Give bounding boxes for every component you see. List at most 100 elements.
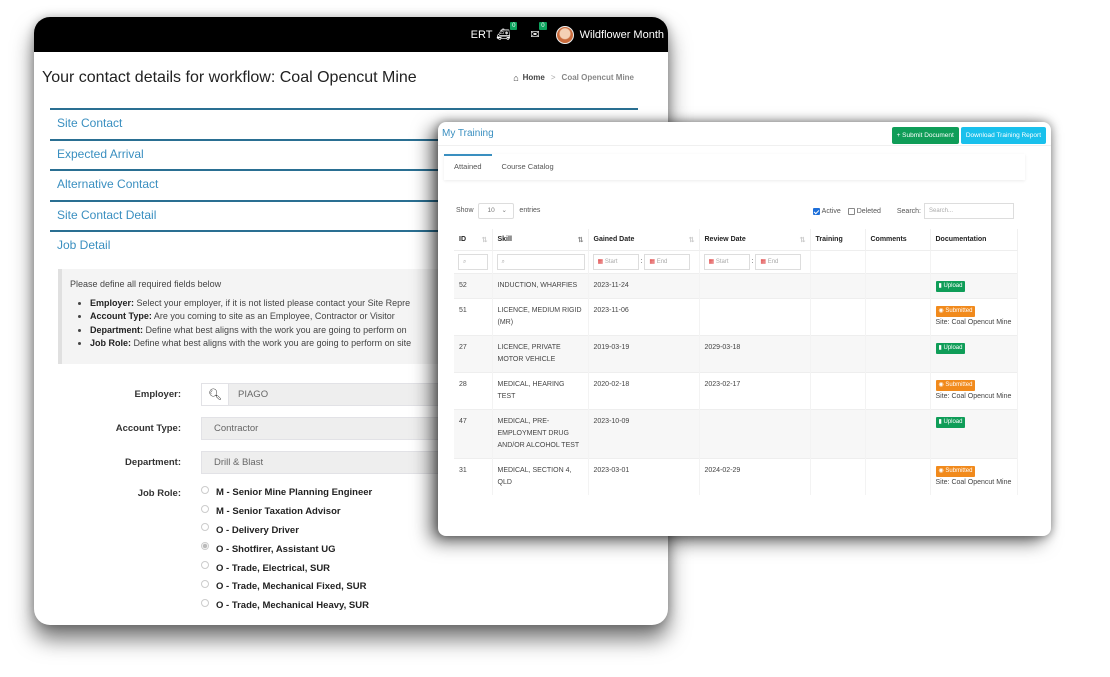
gained-end-input[interactable]: ▦ End xyxy=(644,253,691,270)
cell-skill: MEDICAL, SECTION 4, QLD xyxy=(492,457,589,495)
magnifier-icon: ⌕ xyxy=(463,258,467,265)
search-input[interactable]: Search... xyxy=(924,203,1014,219)
job-role-option[interactable]: O - Trade, Mechanical Fixed, SUR xyxy=(201,577,372,596)
calendar-icon: ▦ xyxy=(597,258,604,265)
page-title: Your contact details for workflow: Coal … xyxy=(42,68,417,86)
department-field[interactable]: Drill & Blast xyxy=(201,451,441,474)
cell-review xyxy=(699,408,811,458)
cell-review xyxy=(699,297,811,335)
sort-icon: ⇅ xyxy=(799,236,806,244)
review-end-input[interactable]: ▦ End xyxy=(755,253,802,270)
job-role-option[interactable]: O - Trade, Electrical, SUR xyxy=(201,559,372,578)
id-filter-input[interactable]: ⌕ xyxy=(458,253,488,270)
cell-comments xyxy=(865,371,931,409)
radio-button[interactable] xyxy=(201,579,209,588)
job-role-option[interactable]: M - Senior Taxation Advisor xyxy=(201,502,372,521)
page-size-select[interactable]: 10 ⌄ xyxy=(478,203,515,219)
cell-gained: 2019-03-19 xyxy=(588,334,700,372)
radio-button[interactable] xyxy=(201,561,209,570)
radio-button[interactable] xyxy=(201,504,209,513)
column-header-gained-date[interactable]: Gained Date ⇅ xyxy=(588,229,700,250)
column-header-id[interactable]: ID ⇅ xyxy=(454,229,493,250)
cell-documentation: ◉ Submitted Site: Coal Opencut Mine xyxy=(930,371,1018,409)
radio-button[interactable] xyxy=(201,523,209,532)
active-label: Active xyxy=(821,207,841,215)
deleted-checkbox[interactable] xyxy=(847,207,855,215)
chevron-down-icon: ⌄ xyxy=(501,207,507,214)
submit-document-button[interactable]: + Submit Document xyxy=(891,126,959,144)
messages-button[interactable]: ✉ 0 xyxy=(526,22,547,41)
cell-id: 28 xyxy=(454,371,493,409)
envelope-icon: ✉ xyxy=(530,29,540,41)
cell-training xyxy=(810,371,866,409)
job-role-option[interactable]: M - Senior Mine Planning Engineer xyxy=(201,484,372,503)
job-role-option[interactable]: O - Delivery Driver xyxy=(201,521,372,540)
ert-button[interactable]: ERT 🚑︎ 0 xyxy=(471,22,518,41)
breadcrumb: ⌂ Home > Coal Opencut Mine xyxy=(513,73,634,83)
review-start-input[interactable]: ▦ Start xyxy=(703,253,750,270)
submitted-badge[interactable]: ◉ Submitted xyxy=(935,465,976,477)
table-row: 31 MEDICAL, SECTION 4, QLD 2023-03-01 2024-… xyxy=(454,457,1018,495)
submitted-badge[interactable]: ◉ Submitted xyxy=(935,379,976,391)
messages-badge: 0 xyxy=(539,22,547,30)
ambulance-icon: 🚑︎ xyxy=(496,29,511,41)
training-title: My Training xyxy=(442,128,494,139)
cell-gained: 2023-11-24 xyxy=(588,272,700,298)
submitted-badge[interactable]: ◉ Submitted xyxy=(935,305,976,317)
breadcrumb-home[interactable]: Home xyxy=(523,73,545,82)
job-role-option[interactable]: O - Shotfirer, Assistant UG xyxy=(201,540,372,559)
cell-documentation: ▮ Upload xyxy=(930,272,1018,298)
search-icon[interactable]: 🔍︎ xyxy=(202,384,229,405)
skill-filter-input[interactable]: ⌕ xyxy=(496,253,585,270)
ert-badge: 0 xyxy=(510,22,518,30)
column-header-review-date[interactable]: Review Date ⇅ xyxy=(699,229,811,250)
job-role-radio-group: M - Senior Mine Planning Engineer M - Se… xyxy=(201,484,372,616)
calendar-icon: ▦ xyxy=(760,258,767,265)
cell-skill: MEDICAL, PRE-EMPLOYMENT DRUG AND/OR ALCO… xyxy=(492,408,589,458)
table-row: 51 LICENCE, MEDIUM RIGID (MR) 2023-11-06 ◉ … xyxy=(454,297,1018,335)
column-header-documentation: Documentation xyxy=(930,229,1018,250)
magnifier-icon: ⌕ xyxy=(501,258,505,265)
cell-id: 31 xyxy=(454,457,493,495)
radio-button-selected[interactable] xyxy=(201,542,209,551)
tab-attained[interactable]: Attained xyxy=(444,154,492,180)
calendar-icon: ▦ xyxy=(708,258,715,265)
cell-documentation: ▮ Upload xyxy=(930,334,1018,372)
cell-comments xyxy=(865,457,931,495)
radio-button[interactable] xyxy=(201,598,209,607)
radio-button[interactable] xyxy=(201,485,209,494)
cell-id: 27 xyxy=(454,334,493,372)
upload-button[interactable]: ▮ Upload xyxy=(935,416,966,428)
cell-documentation: ◉ Submitted Site: Coal Opencut Mine xyxy=(930,297,1018,335)
cell-documentation: ◉ Submitted Site: Coal Opencut Mine xyxy=(930,457,1018,495)
cell-skill: MEDICAL, HEARING TEST xyxy=(492,371,589,409)
entries-label: entries xyxy=(519,207,541,214)
active-checkbox[interactable] xyxy=(812,207,820,215)
department-label: Department: xyxy=(125,457,181,468)
user-name: Wildflower Month xyxy=(579,28,664,41)
account-type-field[interactable]: Contractor xyxy=(201,417,441,440)
calendar-icon: ▦ xyxy=(649,258,656,265)
tab-course-catalog[interactable]: Course Catalog xyxy=(492,154,564,180)
employer-label: Employer: xyxy=(134,389,181,400)
sort-icon: ⇅ xyxy=(481,236,488,244)
cell-skill: LICENCE, MEDIUM RIGID (MR) xyxy=(492,297,589,335)
gained-start-input[interactable]: ▦ Start xyxy=(592,253,639,270)
upload-button[interactable]: ▮ Upload xyxy=(935,280,966,292)
upload-button[interactable]: ▮ Upload xyxy=(935,342,966,354)
table-row: 52 INDUCTION, WHARFIES 2023-11-24 ▮ Upload xyxy=(454,272,1018,298)
cell-gained: 2023-10-09 xyxy=(588,408,700,458)
cell-training xyxy=(810,457,866,495)
cell-comments xyxy=(865,272,931,298)
department-value: Drill & Blast xyxy=(214,457,264,468)
site-note: Site: Coal Opencut Mine xyxy=(935,392,1012,400)
column-header-training: Training xyxy=(810,229,866,250)
user-menu[interactable]: Wildflower Month xyxy=(555,25,664,44)
employer-field[interactable]: 🔍︎ PIAGO xyxy=(201,383,441,406)
job-role-option[interactable]: O - Trade, Mechanical Heavy, SUR xyxy=(201,596,372,615)
sort-ascending-icon: ⇅ xyxy=(577,236,584,244)
column-header-skill[interactable]: Skill ⇅ xyxy=(492,229,589,250)
site-note: Site: Coal Opencut Mine xyxy=(935,318,1012,326)
cell-gained: 2023-11-06 xyxy=(588,297,700,335)
download-report-button[interactable]: Download Training Report xyxy=(960,126,1046,144)
